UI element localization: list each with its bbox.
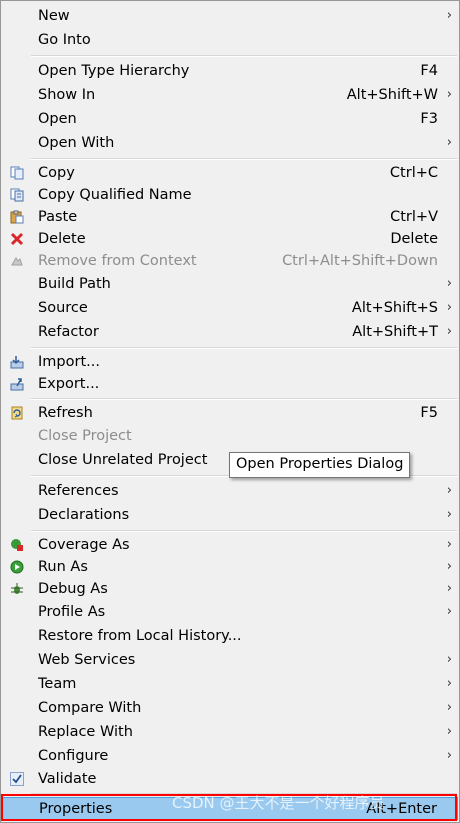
menu-separator (31, 55, 457, 57)
menu-separator (31, 398, 457, 400)
submenu-arrow-icon: › (446, 135, 452, 150)
menu-item-refactor[interactable]: Refactor Alt+Shift+T › (2, 321, 458, 343)
validate-check-icon (10, 772, 24, 786)
menu-item-source[interactable]: Source Alt+Shift+S › (2, 297, 458, 319)
menu-item-configure[interactable]: Configure › (2, 745, 458, 767)
submenu-arrow-icon: › (446, 581, 452, 596)
menu-item-export[interactable]: Export... (2, 373, 458, 395)
watermark: CSDN @王大不是一个好程序员 (172, 794, 385, 812)
copy-qualified-name-icon (10, 188, 24, 202)
menu-item-paste[interactable]: Paste Ctrl+V (2, 206, 458, 228)
menu-item-references[interactable]: References › (2, 480, 458, 502)
submenu-arrow-icon: › (446, 748, 452, 763)
export-icon (10, 377, 24, 391)
menu-item-team[interactable]: Team › (2, 673, 458, 695)
menu-item-replace-with[interactable]: Replace With › (2, 721, 458, 743)
menu-item-new[interactable]: New › (2, 5, 458, 27)
menu-separator (31, 347, 457, 349)
coverage-icon (10, 538, 24, 552)
menu-item-refresh[interactable]: Refresh F5 (2, 402, 458, 424)
menu-item-debug-as[interactable]: Debug As › (2, 578, 458, 600)
menu-item-validate[interactable]: Validate (2, 768, 458, 790)
remove-context-icon (10, 254, 24, 268)
context-menu: New › Go Into Open Type Hierarchy F4 Sho… (0, 0, 460, 823)
menu-item-go-into[interactable]: Go Into (2, 29, 458, 51)
paste-icon (10, 210, 24, 224)
menu-item-delete[interactable]: Delete Delete (2, 228, 458, 250)
submenu-arrow-icon: › (446, 483, 452, 498)
submenu-arrow-icon: › (446, 276, 452, 291)
menu-item-run-as[interactable]: Run As › (2, 556, 458, 578)
menu-item-profile-as[interactable]: Profile As › (2, 601, 458, 623)
menu-item-build-path[interactable]: Build Path › (2, 273, 458, 295)
menu-item-open-with[interactable]: Open With › (2, 132, 458, 154)
menu-item-restore-from-local-history[interactable]: Restore from Local History... (2, 625, 458, 647)
submenu-arrow-icon: › (446, 507, 452, 522)
refresh-icon (10, 406, 24, 420)
submenu-arrow-icon: › (446, 559, 452, 574)
delete-icon (10, 232, 24, 246)
menu-item-declarations[interactable]: Declarations › (2, 504, 458, 526)
menu-item-open-type-hierarchy[interactable]: Open Type Hierarchy F4 (2, 60, 458, 82)
menu-item-close-project: Close Project (38, 428, 132, 444)
menu-item-open[interactable]: Open F3 (2, 108, 458, 130)
menu-item-web-services[interactable]: Web Services › (2, 649, 458, 671)
submenu-arrow-icon: › (446, 537, 452, 552)
menu-item-copy-qualified-name[interactable]: Copy Qualified Name (2, 184, 458, 206)
menu-separator (31, 158, 457, 160)
submenu-arrow-icon: › (446, 300, 452, 315)
menu-item-import[interactable]: Import... (2, 351, 458, 373)
submenu-arrow-icon: › (446, 652, 452, 667)
submenu-arrow-icon: › (446, 324, 452, 339)
menu-item-show-in[interactable]: Show In Alt+Shift+W › (2, 84, 458, 106)
menu-item-remove-from-context: Remove from Context Ctrl+Alt+Shift+Down (2, 250, 458, 272)
menu-item-copy[interactable]: Copy Ctrl+C (2, 162, 458, 184)
copy-icon (10, 166, 24, 180)
menu-item-coverage-as[interactable]: Coverage As › (2, 534, 458, 556)
tooltip: Open Properties Dialog (229, 452, 411, 478)
menu-item-compare-with[interactable]: Compare With › (2, 697, 458, 719)
submenu-arrow-icon: › (446, 8, 452, 23)
submenu-arrow-icon: › (446, 700, 452, 715)
debug-icon (10, 582, 24, 596)
submenu-arrow-icon: › (446, 87, 452, 102)
submenu-arrow-icon: › (446, 724, 452, 739)
run-icon (10, 560, 24, 574)
import-icon (10, 355, 24, 369)
menu-separator (31, 530, 457, 532)
submenu-arrow-icon: › (446, 604, 452, 619)
submenu-arrow-icon: › (446, 676, 452, 691)
